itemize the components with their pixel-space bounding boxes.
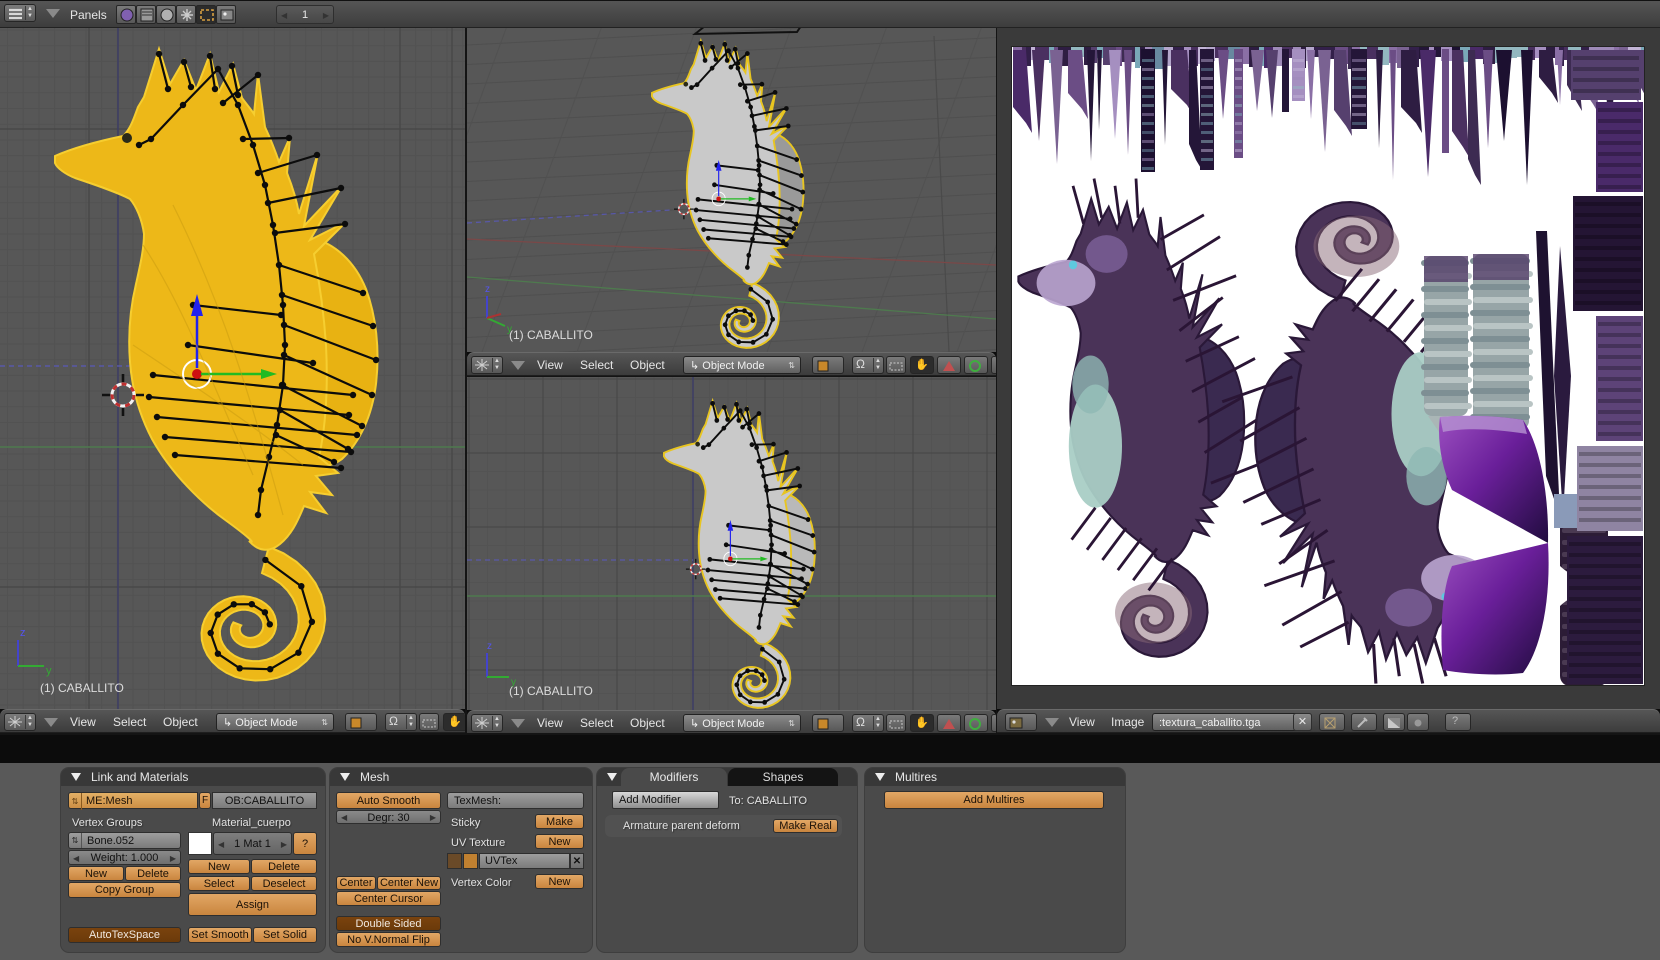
svg-text:(1) CABALLITO: (1) CABALLITO	[509, 684, 593, 698]
svg-text:(1) CABALLITO: (1) CABALLITO	[40, 681, 124, 695]
svg-text:z: z	[487, 641, 492, 652]
svg-text:(1) CABALLITO: (1) CABALLITO	[509, 328, 593, 342]
svg-text:z: z	[20, 627, 26, 639]
svg-text:z: z	[485, 284, 490, 295]
svg-text:y: y	[46, 665, 52, 677]
